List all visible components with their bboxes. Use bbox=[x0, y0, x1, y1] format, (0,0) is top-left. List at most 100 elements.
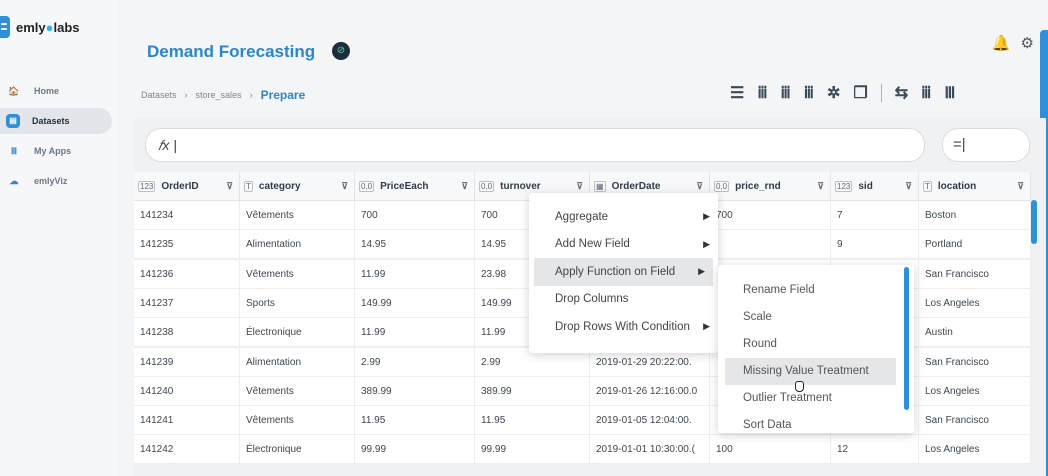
breadcrumb-datasets[interactable]: Datasets bbox=[141, 90, 177, 100]
menu-item-add-new-field[interactable]: Add New Field ▶ bbox=[529, 231, 718, 259]
table-cell[interactable]: 2.99 bbox=[355, 347, 475, 377]
table-cell[interactable]: Los Angeles bbox=[919, 376, 1031, 406]
formula-apply-button[interactable]: =| bbox=[942, 128, 1030, 162]
table-cell[interactable]: 141238 bbox=[134, 318, 240, 348]
submenu-item-sort-data[interactable]: Sort Data bbox=[718, 412, 914, 433]
table-cell[interactable]: 7 bbox=[831, 201, 919, 230]
menu-item-aggregate[interactable]: Aggregate ▶ bbox=[529, 203, 718, 231]
filter-icon[interactable]: ⊽ bbox=[576, 181, 583, 192]
column-header-orderid[interactable]: 123 OrderID ⊽ bbox=[134, 172, 240, 201]
submenu-item-rename-field[interactable]: Rename Field bbox=[718, 277, 914, 304]
menu-item-apply-function-on-field[interactable]: Apply Function on Field ▶ bbox=[534, 258, 713, 286]
breadcrumb-store-sales[interactable]: store_sales bbox=[196, 90, 242, 100]
toolbar-tool-icon[interactable]: ⇆ bbox=[895, 83, 908, 103]
column-header-location[interactable]: Tlocation ⊽ bbox=[919, 172, 1031, 201]
settings-gear-icon[interactable]: ⚙ bbox=[1021, 34, 1034, 52]
table-cell[interactable]: Sports bbox=[240, 288, 355, 318]
menu-item-drop-columns[interactable]: Drop Columns bbox=[529, 286, 718, 314]
table-cell[interactable]: 14.95 bbox=[355, 230, 475, 260]
toolbar-tool-icon[interactable]: ⅲ bbox=[804, 83, 814, 103]
menu-item-drop-rows-with-condition[interactable]: Drop Rows With Condition ▶ bbox=[529, 313, 718, 341]
nav-emlyviz-icon: ☁ bbox=[9, 175, 19, 186]
table-cell[interactable]: 11.95 bbox=[475, 406, 590, 436]
table-cell[interactable]: Alimentation bbox=[240, 230, 355, 260]
table-cell[interactable]: 2019-01-01 10:30:00.( bbox=[590, 435, 710, 465]
table-cell[interactable]: Vêtements bbox=[240, 406, 355, 436]
table-cell[interactable]: 2019-01-26 12:16:00.0 bbox=[590, 376, 710, 406]
table-cell[interactable]: San Francisco bbox=[919, 259, 1031, 289]
table-cell[interactable]: San Francisco bbox=[919, 347, 1031, 377]
filter-icon[interactable]: ⊽ bbox=[905, 181, 912, 192]
sidebar-item-datasets[interactable]: ▤ Datasets bbox=[0, 108, 112, 134]
table-cell[interactable]: Los Angeles bbox=[919, 288, 1031, 318]
sidebar-item-home[interactable]: 🏠 Home bbox=[0, 78, 112, 104]
filter-icon[interactable]: ⊽ bbox=[226, 181, 233, 192]
brand-logo[interactable]: emly●labs bbox=[0, 16, 80, 38]
table-cell[interactable]: 141240 bbox=[134, 376, 240, 406]
table-cell[interactable]: Vêtements bbox=[240, 259, 355, 289]
table-cell[interactable]: 2019-01-05 12:04:00. bbox=[590, 406, 710, 436]
table-cell[interactable]: 12 bbox=[831, 435, 919, 465]
table-cell[interactable]: 141236 bbox=[134, 259, 240, 289]
table-cell[interactable]: Austin bbox=[919, 318, 1031, 348]
notification-bell-icon[interactable]: 🔔 bbox=[992, 34, 1011, 52]
nav-my-apps-icon: Ⅲ bbox=[10, 145, 18, 156]
table-cell[interactable]: Los Angeles bbox=[919, 435, 1031, 465]
filter-icon[interactable]: ⊽ bbox=[817, 181, 824, 192]
table-cell[interactable]: Vêtements bbox=[240, 201, 355, 230]
toolbar-tool-icon[interactable]: ☰ bbox=[730, 83, 744, 103]
toolbar-tool-icon[interactable]: ⅲ bbox=[757, 83, 767, 103]
table-cell[interactable]: San Francisco bbox=[919, 406, 1031, 436]
table-cell[interactable]: Portland bbox=[919, 230, 1031, 260]
toolbar-tool-icon[interactable]: ❐ bbox=[853, 83, 867, 103]
filter-icon[interactable]: ⊽ bbox=[461, 181, 468, 192]
toolbar-tool-icon[interactable]: ✲ bbox=[827, 83, 840, 103]
project-status-icon[interactable]: ⊘ bbox=[332, 42, 350, 60]
column-type-icon: 0,0 bbox=[714, 180, 730, 192]
column-header-price_rnd[interactable]: 0,0 price_rnd ⊽ bbox=[710, 172, 831, 201]
column-header-sid[interactable]: 123 sid ⊽ bbox=[831, 172, 919, 201]
table-cell[interactable]: 700 bbox=[710, 201, 831, 230]
sidebar-item-emlyviz[interactable]: ☁ emlyViz bbox=[0, 168, 112, 194]
table-cell[interactable]: Électronique bbox=[240, 318, 355, 348]
table-cell[interactable]: 389.99 bbox=[355, 376, 475, 406]
table-cell[interactable]: 11.99 bbox=[355, 259, 475, 289]
formula-input[interactable]: 𝑓x | bbox=[145, 128, 925, 162]
sidebar-item-my-apps[interactable]: Ⅲ My Apps bbox=[0, 138, 112, 164]
filter-icon[interactable]: ⊽ bbox=[1017, 181, 1024, 192]
table-cell[interactable]: Vêtements bbox=[240, 376, 355, 406]
column-header-priceeach[interactable]: 0,0 PriceEach ⊽ bbox=[355, 172, 475, 201]
table-cell[interactable]: 141237 bbox=[134, 288, 240, 318]
table-cell[interactable]: 9 bbox=[831, 230, 919, 260]
breadcrumb-separator: › bbox=[249, 90, 253, 100]
filter-icon[interactable]: ⊽ bbox=[341, 181, 348, 192]
table-cell[interactable]: Électronique bbox=[240, 435, 355, 465]
table-cell[interactable]: 99.99 bbox=[355, 435, 475, 465]
table-cell[interactable]: 141241 bbox=[134, 406, 240, 436]
table-cell[interactable]: 100 bbox=[710, 435, 831, 465]
column-header-category[interactable]: Tcategory ⊽ bbox=[240, 172, 355, 201]
table-cell[interactable]: 11.95 bbox=[355, 406, 475, 436]
submenu-item-round[interactable]: Round bbox=[718, 331, 914, 358]
table-scrollbar[interactable] bbox=[1031, 200, 1037, 244]
submenu-item-outlier-treatment[interactable]: Outlier Treatment bbox=[718, 385, 914, 412]
table-cell[interactable]: Boston bbox=[919, 201, 1031, 230]
table-cell[interactable]: 11.99 bbox=[355, 318, 475, 348]
table-cell[interactable]: 389.99 bbox=[475, 376, 590, 406]
filter-icon[interactable]: ⊽ bbox=[696, 181, 703, 192]
toolbar-tool-icon[interactable]: ⅲ bbox=[781, 83, 791, 103]
table-cell[interactable]: 141242 bbox=[134, 435, 240, 465]
toolbar-tool-icon[interactable]: ⅲ bbox=[921, 83, 931, 103]
table-cell[interactable]: 141239 bbox=[134, 347, 240, 377]
table-cell[interactable]: 141235 bbox=[134, 230, 240, 260]
submenu-item-scale[interactable]: Scale bbox=[718, 304, 914, 331]
table-cell[interactable] bbox=[710, 230, 831, 260]
table-cell[interactable]: Alimentation bbox=[240, 347, 355, 377]
toolbar-tool-icon[interactable]: Ⅲ bbox=[944, 83, 955, 103]
table-cell[interactable]: 149.99 bbox=[355, 288, 475, 318]
submenu-scrollbar[interactable] bbox=[904, 267, 909, 410]
table-cell[interactable]: 141234 bbox=[134, 201, 240, 230]
table-cell[interactable]: 99.99 bbox=[475, 435, 590, 465]
submenu-item-missing-value-treatment[interactable]: Missing Value Treatment bbox=[725, 358, 896, 385]
table-cell[interactable]: 700 bbox=[355, 201, 475, 230]
